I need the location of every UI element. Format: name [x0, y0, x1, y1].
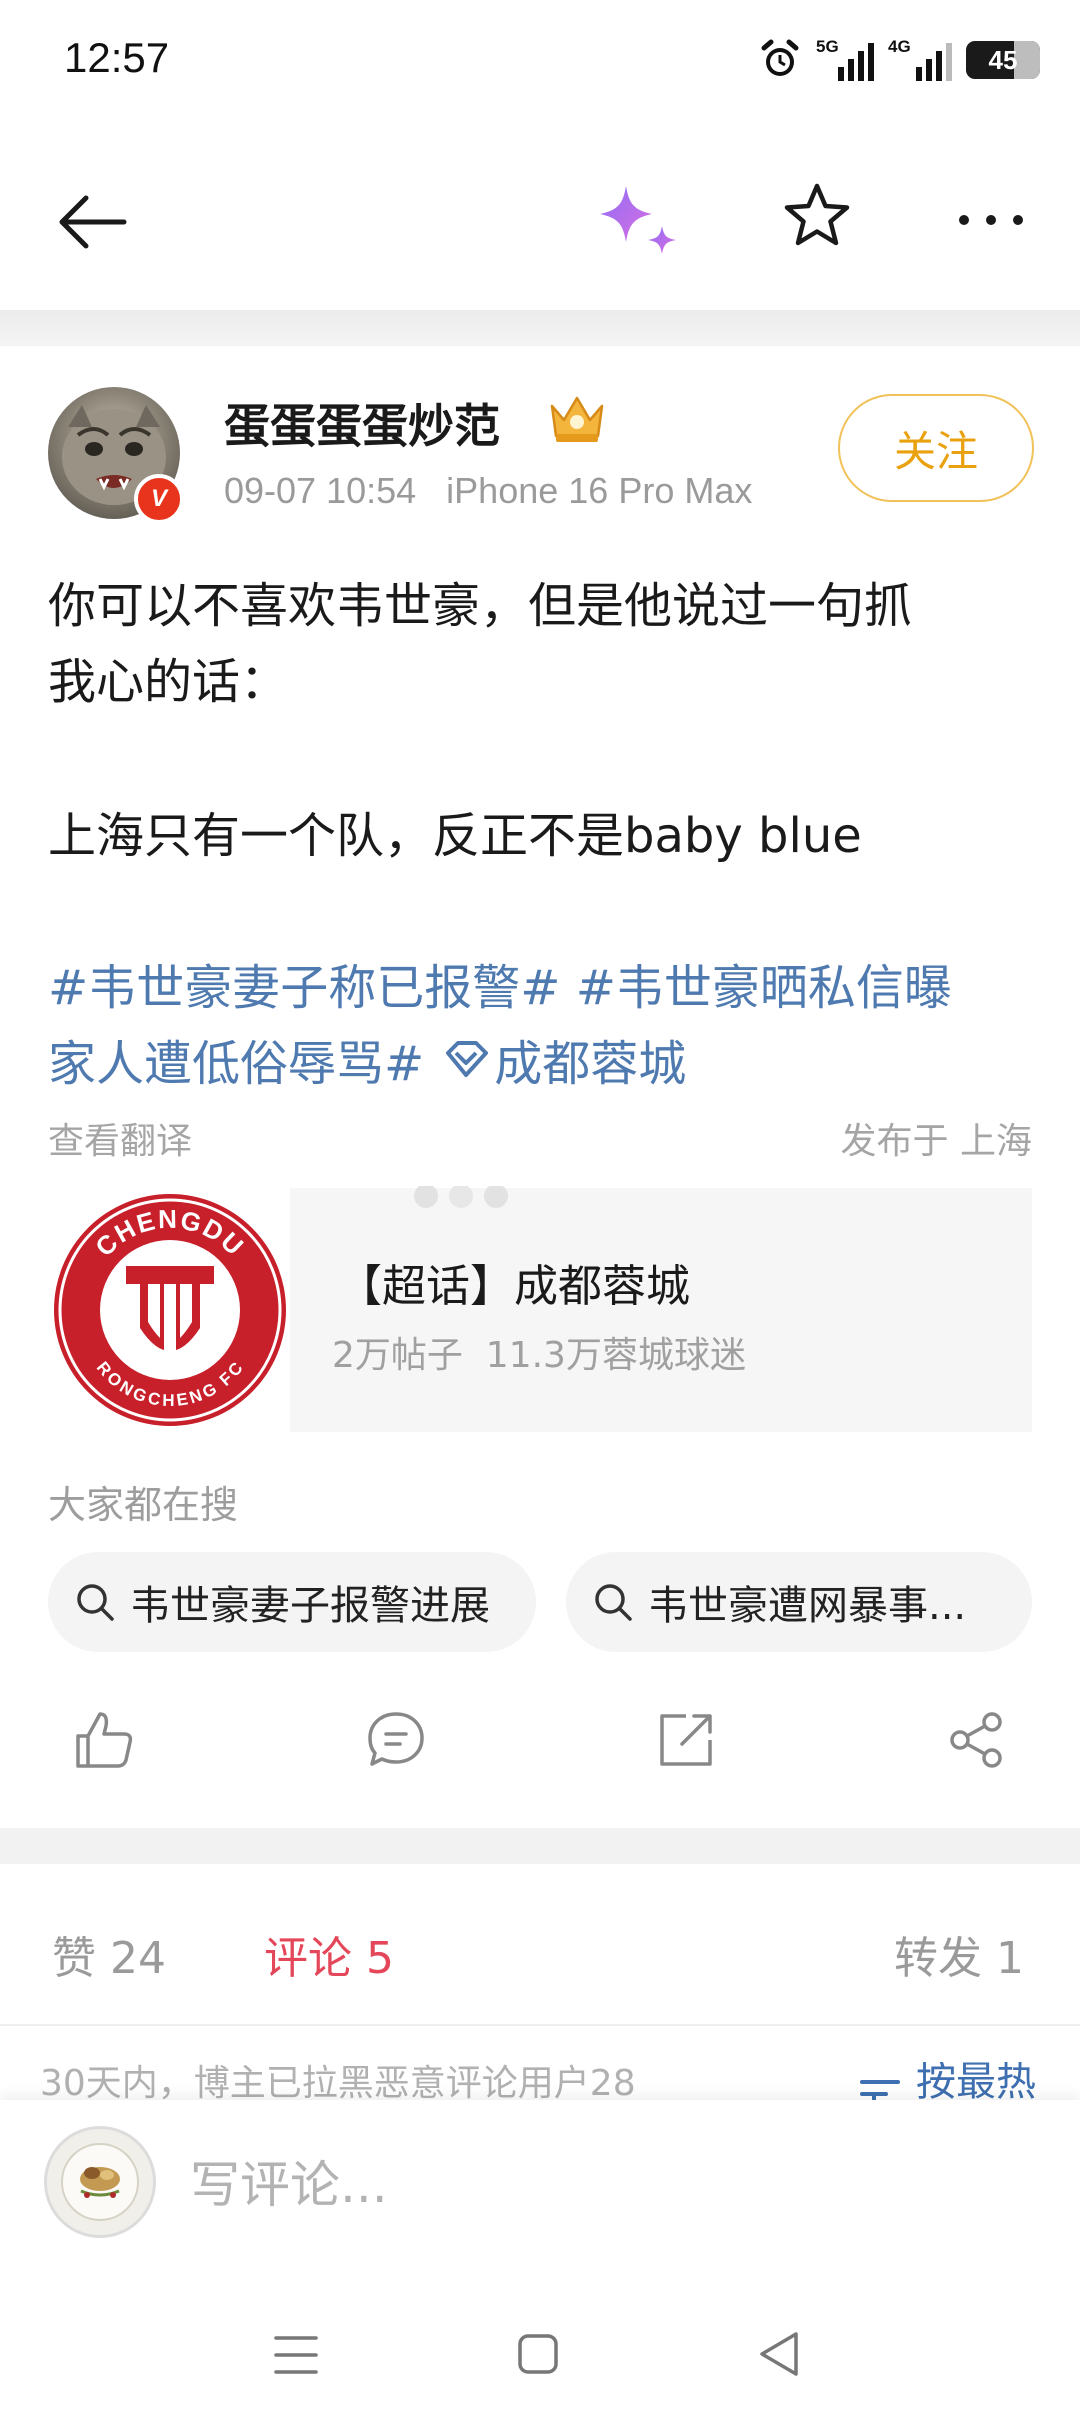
battery-icon: 45 — [966, 41, 1040, 79]
tab-likes[interactable]: 赞 24 — [52, 1922, 166, 1986]
header-divider — [0, 310, 1080, 346]
sort-button[interactable]: 按最热 — [858, 2062, 1036, 2102]
system-nav-bar — [0, 2276, 1080, 2412]
home-icon[interactable] — [516, 2332, 560, 2376]
search-chip-2[interactable]: 韦世豪遭网暴事... — [566, 1552, 1032, 1652]
star-icon[interactable] — [780, 180, 854, 254]
top-nav — [0, 160, 1080, 310]
comment-input[interactable] — [190, 2150, 990, 2220]
search-chip-1[interactable]: 韦世豪妻子报警进展 — [48, 1552, 536, 1652]
super-topic-link[interactable]: 成都蓉城 — [494, 1024, 686, 1094]
like-icon[interactable] — [72, 1708, 136, 1772]
search-chip-1-label: 韦世豪妻子报警进展 — [130, 1583, 490, 1629]
block-notice: 30天内，博主已拉黑恶意评论用户28 — [40, 2063, 636, 2104]
comment-icon[interactable] — [364, 1708, 428, 1772]
signal-4g-label: 4G — [888, 37, 911, 56]
sort-label: 按最热 — [916, 2062, 1036, 2102]
super-topic-icon — [446, 1041, 489, 1077]
post-text-line-1: 你可以不喜欢韦世豪，但是他说过一句抓 — [48, 578, 913, 634]
hashtag-link-1[interactable]: #韦世豪妻子称已报警# #韦世豪晒私信曝 — [48, 948, 952, 1018]
sort-icon — [860, 2080, 900, 2102]
my-avatar[interactable] — [44, 2126, 156, 2238]
search-heading: 大家都在搜 — [48, 1483, 239, 1527]
verified-badge-icon: V — [134, 474, 184, 524]
hashtag-row-2: 家人遭低俗辱骂# 成都蓉城 — [48, 1024, 686, 1094]
tab-comments[interactable]: 评论 5 — [264, 1922, 394, 1986]
search-icon — [595, 1584, 632, 1621]
recent-apps-icon[interactable] — [272, 2334, 320, 2376]
club-logo: CHENGDU RONGCHENG FC — [48, 1188, 292, 1432]
post-meta: 09-07 10:54 iPhone 16 Pro Max — [224, 470, 753, 511]
post-text-line-2: 我心的话： — [48, 654, 289, 710]
post-text-line-3: 上海只有一个队，反正不是baby blue — [48, 808, 862, 864]
hashtag-link-2[interactable]: 家人遭低俗辱骂# — [48, 1024, 424, 1094]
share-icon[interactable] — [944, 1708, 1008, 1772]
tabs-divider — [0, 2024, 1080, 2026]
super-topic-stats: 2万帖子 11.3万蓉城球迷 — [332, 1335, 746, 1376]
signal-4g-icon: 4G — [888, 37, 952, 81]
status-time: 12:57 — [64, 34, 170, 81]
translate-link[interactable]: 查看翻译 — [48, 1112, 192, 1164]
more-icon[interactable] — [956, 210, 1026, 230]
author-name[interactable]: 蛋蛋蛋蛋炒范 — [224, 390, 500, 456]
status-icons: 5G 4G 45 — [758, 30, 1040, 90]
back-arrow-icon[interactable] — [52, 182, 132, 262]
search-icon — [77, 1584, 114, 1621]
ai-sparkle-icon[interactable] — [596, 180, 686, 266]
back-nav-icon[interactable] — [756, 2330, 802, 2378]
crown-icon — [550, 396, 604, 442]
super-topic-title: 【超话】成都蓉城 — [338, 1261, 690, 1312]
super-topic-card[interactable]: CHENGDU RONGCHENG FC 【超话】成都蓉城 2万帖子 11.3万… — [48, 1186, 1032, 1432]
tab-reposts[interactable]: 转发 1 — [894, 1922, 1024, 1986]
battery-level: 45 — [988, 44, 1018, 75]
signal-5g-icon: 5G — [816, 37, 874, 81]
loading-dots-icon — [414, 1186, 508, 1208]
publish-location: 发布于 上海 — [840, 1121, 1032, 1162]
search-chip-2-label: 韦世豪遭网暴事... — [648, 1583, 967, 1629]
signal-5g-label: 5G — [816, 37, 839, 56]
section-divider — [0, 1828, 1080, 1864]
alarm-icon — [761, 39, 799, 76]
repost-icon[interactable] — [654, 1708, 718, 1772]
follow-button[interactable]: 关注 — [838, 394, 1034, 502]
